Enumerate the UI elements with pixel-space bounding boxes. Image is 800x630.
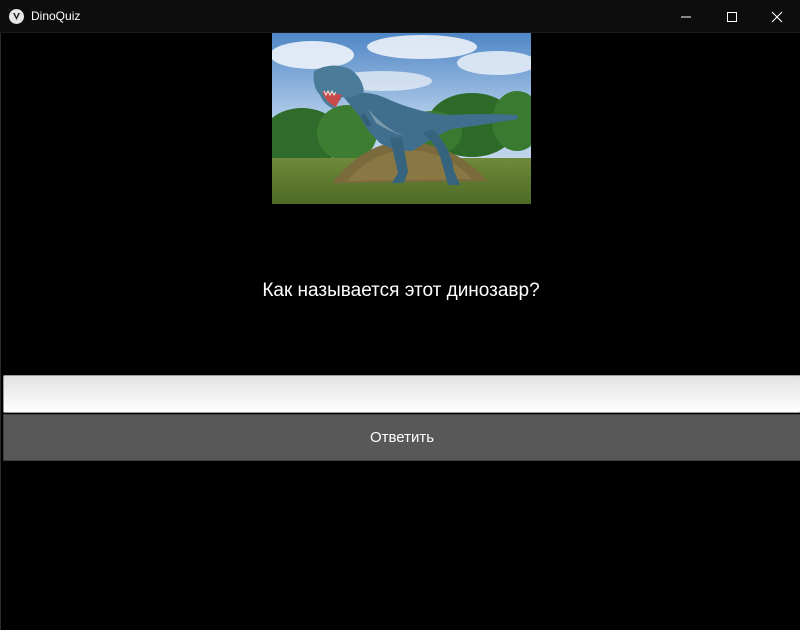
- title-bar[interactable]: DinoQuiz: [0, 0, 800, 33]
- dinosaur-image: [272, 33, 531, 204]
- submit-answer-button[interactable]: Ответить: [3, 414, 800, 461]
- app-window: DinoQuiz Как называется этот динозавр? О…: [0, 0, 800, 630]
- minimize-icon: [681, 16, 691, 18]
- app-icon: [9, 9, 24, 24]
- close-button[interactable]: [754, 0, 800, 33]
- maximize-icon: [727, 12, 737, 22]
- window-title: DinoQuiz: [31, 9, 81, 23]
- quiz-screen: Как называется этот динозавр? Ответить: [0, 33, 800, 630]
- question-text: Как называется этот динозавр?: [262, 280, 540, 301]
- answer-input[interactable]: [3, 375, 800, 413]
- maximize-button[interactable]: [709, 0, 755, 33]
- close-icon: [771, 11, 783, 23]
- minimize-button[interactable]: [663, 0, 709, 33]
